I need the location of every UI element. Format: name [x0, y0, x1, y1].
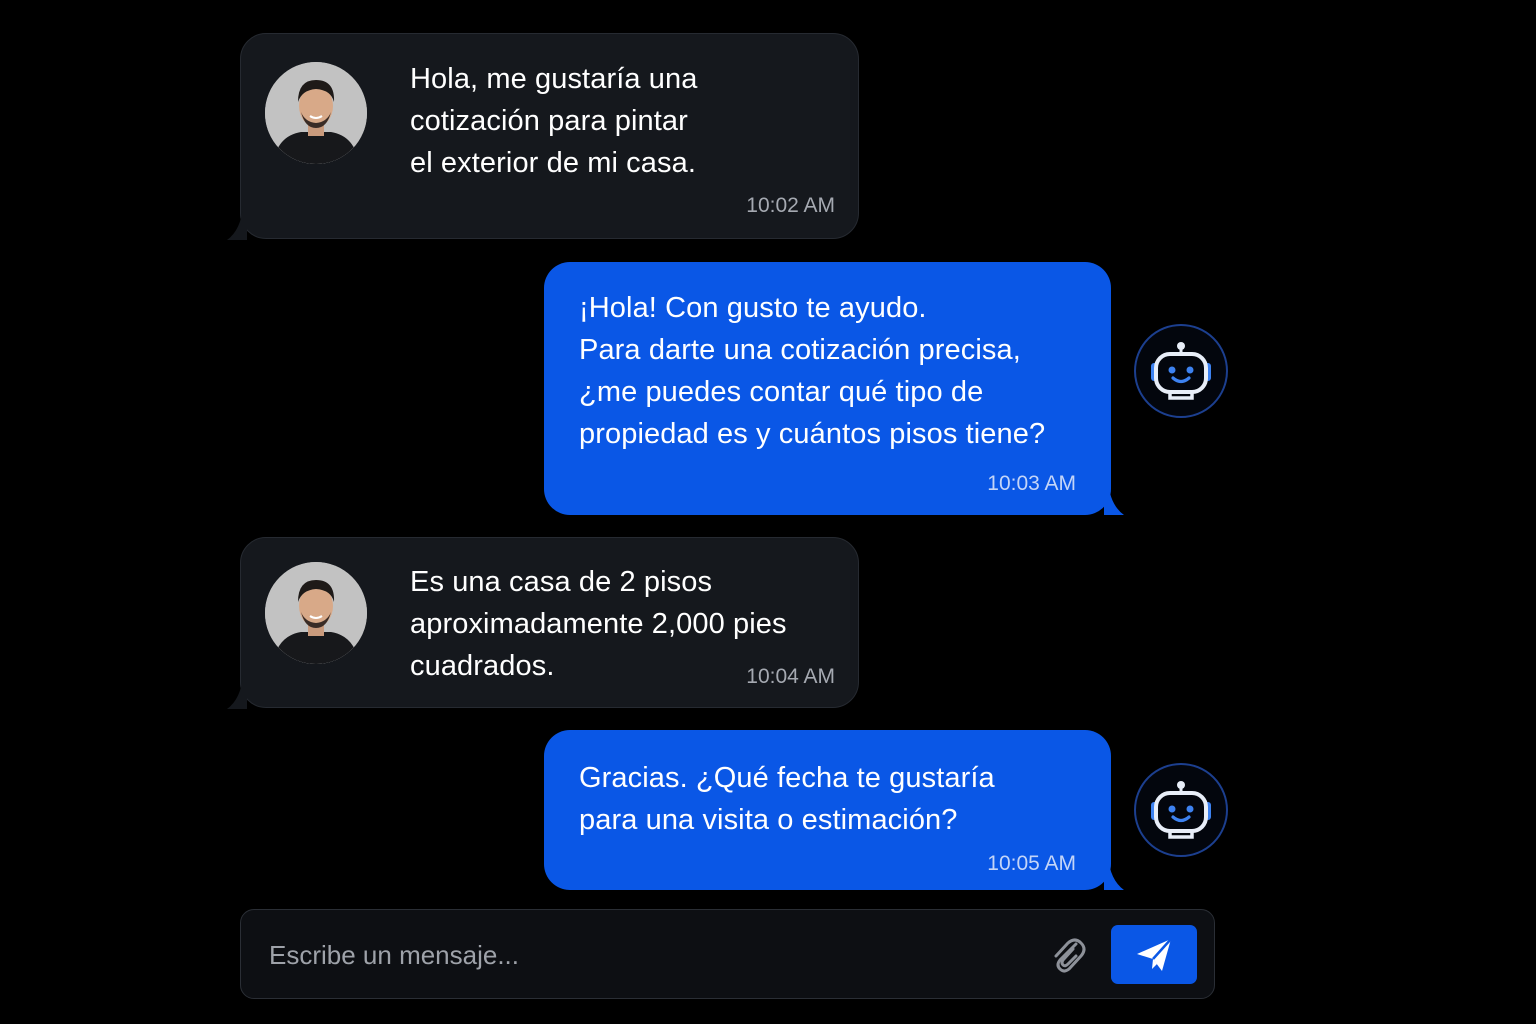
bubble-tail: [227, 206, 247, 240]
robot-icon: [1151, 781, 1211, 839]
message-bubble-user: Hola, me gustaría una cotización para pi…: [227, 33, 859, 240]
message-timestamp: 10:03 AM: [987, 472, 1076, 495]
paperclip-icon: [1054, 938, 1086, 973]
message-timestamp: 10:04 AM: [746, 665, 835, 688]
message-bubble-bot: ¡Hola! Con gusto te ayudo. Para darte un…: [544, 262, 1124, 515]
robot-icon: [1151, 342, 1211, 400]
send-button[interactable]: [1111, 925, 1197, 984]
user-avatar: [265, 62, 367, 164]
message-input[interactable]: [269, 934, 1009, 976]
message-bubble-user: Es una casa de 2 pisos aproximadamente 2…: [227, 537, 859, 709]
message-bubble-bot: Gracias. ¿Qué fecha te gustaría para una…: [544, 730, 1124, 890]
attach-button[interactable]: [1045, 932, 1091, 978]
bubble-tail: [227, 675, 247, 709]
bot-avatar: [1134, 324, 1228, 418]
bot-avatar: [1134, 763, 1228, 857]
user-avatar: [265, 562, 367, 664]
chat-window: Hola, me gustaría una cotización para pi…: [0, 0, 1536, 1024]
message-timestamp: 10:05 AM: [987, 852, 1076, 875]
bubble-tail: [1104, 481, 1124, 515]
message-text: ¡Hola! Con gusto te ayudo. Para darte un…: [579, 292, 1046, 450]
message-text: Hola, me gustaría una cotización para pi…: [410, 63, 698, 179]
message-text: Gracias. ¿Qué fecha te gustaría para una…: [579, 762, 995, 836]
bubble-tail: [1104, 856, 1124, 890]
message-timestamp: 10:02 AM: [746, 194, 835, 217]
message-composer: [240, 909, 1215, 999]
paper-plane-icon: [1137, 938, 1172, 971]
